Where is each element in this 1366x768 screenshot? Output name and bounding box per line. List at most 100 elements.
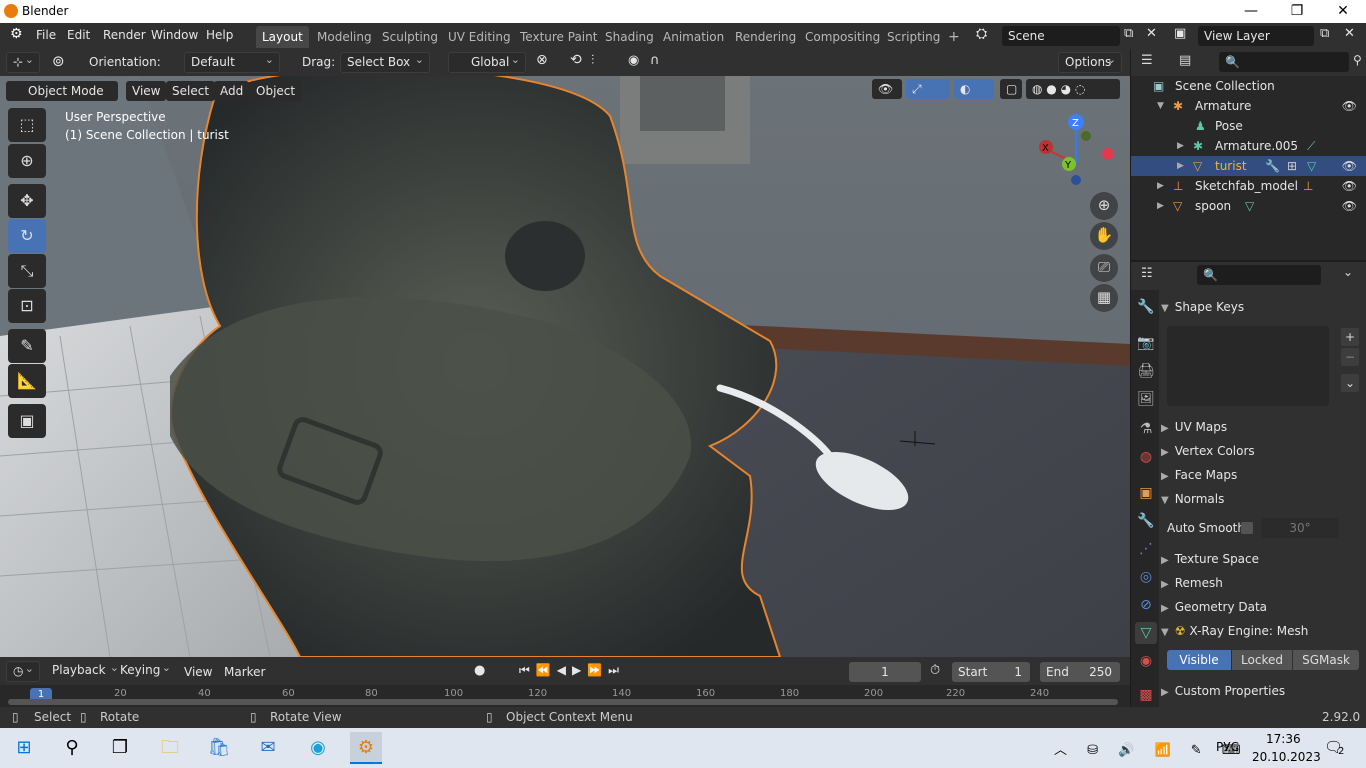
outliner-item-armature005[interactable]: ▶ ✱ Armature.005 ⟋: [1131, 136, 1366, 156]
overlay-toggle-icon[interactable]: ◐: [954, 79, 994, 99]
shape-keys-list[interactable]: [1167, 326, 1329, 406]
shading-mode-buttons[interactable]: ◍ ● ◕ ◌: [1026, 79, 1120, 99]
xray-toggle-icon[interactable]: ▢: [1000, 79, 1022, 99]
zoom-icon[interactable]: ⊕: [1090, 192, 1118, 220]
section-vertex-colors[interactable]: ▶ Vertex Colors: [1161, 440, 1365, 462]
eye-icon[interactable]: 👁: [1342, 176, 1357, 196]
timeline-scrollbar[interactable]: [8, 699, 1118, 705]
keyframe-record-icon[interactable]: ●: [474, 663, 485, 678]
options-dropdown[interactable]: Options: [1058, 50, 1122, 73]
view-layer-tab-icon[interactable]: 🖼: [1135, 388, 1157, 410]
snap-icon[interactable]: ⟲: [570, 52, 582, 68]
proportional-edit-icon[interactable]: ◉: [628, 53, 639, 68]
timeline-ruler[interactable]: 1 20 40 60 80 100 120 140 160 180 200 22…: [0, 685, 1130, 707]
transform-tool-icon[interactable]: ⊡: [8, 289, 46, 323]
outliner-item-armature[interactable]: ▼ ✱ Armature 👁: [1131, 96, 1366, 116]
playback-controls[interactable]: ⏮⏪◀▶⏩⏭: [519, 663, 625, 678]
render-tab-icon[interactable]: 📷: [1135, 332, 1157, 354]
outliner-item-pose[interactable]: ♟ Pose: [1131, 116, 1366, 136]
menu-window[interactable]: Window: [151, 28, 198, 42]
delete-view-layer-icon[interactable]: ✕: [1344, 26, 1355, 41]
tab-texture-paint[interactable]: Texture Paint: [514, 26, 603, 48]
new-view-layer-icon[interactable]: ⧉: [1320, 26, 1329, 41]
properties-options-icon[interactable]: ⌄: [1343, 265, 1353, 279]
physics-tab-icon[interactable]: ◎: [1135, 566, 1157, 588]
drag-dropdown[interactable]: Select Box: [340, 50, 430, 73]
mail-icon[interactable]: ✉: [252, 732, 284, 764]
ortho-grid-icon[interactable]: ▦: [1090, 284, 1118, 312]
minimize-button[interactable]: —: [1228, 0, 1274, 23]
cursor-tool-icon[interactable]: ⊕: [8, 144, 46, 178]
pivot-icon[interactable]: ⊗: [536, 52, 548, 68]
navigation-gizmo[interactable]: Z X Y: [1036, 114, 1116, 186]
visibility-icon[interactable]: 👁: [872, 79, 902, 99]
store-icon[interactable]: 🛍: [203, 732, 235, 764]
annotate-tool-icon[interactable]: ✎: [8, 329, 46, 363]
tab-modeling[interactable]: Modeling: [311, 26, 378, 48]
tool-tab-icon[interactable]: 🔧: [1135, 296, 1157, 318]
outliner-root[interactable]: ▣ Scene Collection: [1131, 76, 1366, 96]
blender-taskbar-icon[interactable]: ⚙: [350, 732, 382, 764]
eye-icon[interactable]: 👁: [1342, 96, 1357, 116]
tab-compositing[interactable]: Compositing: [799, 26, 886, 48]
gizmo-toggle-icon[interactable]: ⤢: [906, 79, 950, 99]
scene-icon[interactable]: ⛭: [976, 26, 987, 42]
properties-search-input[interactable]: 🔍: [1197, 265, 1321, 285]
world-tab-icon[interactable]: ◍: [1135, 446, 1157, 468]
end-frame-field[interactable]: End 250: [1040, 662, 1120, 682]
section-normals[interactable]: ▼ Normals: [1161, 488, 1365, 510]
constraints-tab-icon[interactable]: ⊘: [1135, 594, 1157, 616]
current-frame-field[interactable]: 1: [849, 662, 921, 682]
tab-uv-editing[interactable]: UV Editing: [442, 26, 517, 48]
camera-view-icon[interactable]: ⎚: [1090, 254, 1118, 282]
tab-scripting[interactable]: Scripting: [881, 26, 946, 48]
active-tool-icon[interactable]: ⊚: [52, 52, 65, 70]
outliner-search-input[interactable]: 🔍: [1219, 52, 1349, 72]
view-layer-field[interactable]: View Layer: [1198, 26, 1314, 46]
task-view-icon[interactable]: ❐: [104, 732, 136, 764]
outliner-item-spoon[interactable]: ▶ ▽ spoon ▽ 👁: [1131, 196, 1366, 216]
menu-help[interactable]: Help: [206, 28, 233, 42]
tab-animation[interactable]: Animation: [657, 26, 730, 48]
viewport-menu-select[interactable]: Select: [166, 81, 216, 101]
section-texture-space[interactable]: ▶ Texture Space: [1161, 548, 1365, 570]
close-button[interactable]: ✕: [1320, 0, 1366, 23]
outliner-item-sketchfab[interactable]: ▶ ⊥ Sketchfab_model ⊥ 👁: [1131, 176, 1366, 196]
blender-menu-icon[interactable]: ⚙: [10, 26, 23, 42]
menu-file[interactable]: File: [36, 28, 56, 42]
display-mode-icon[interactable]: ▤: [1179, 53, 1191, 68]
viewport-menu-view[interactable]: View: [126, 81, 167, 101]
mesh-data-tab-icon[interactable]: ▽: [1135, 622, 1157, 644]
properties-editor-type-icon[interactable]: ☷: [1141, 266, 1153, 281]
file-explorer-icon[interactable]: 🗀: [154, 732, 186, 764]
orientation-dropdown[interactable]: Default: [184, 50, 280, 73]
windows-start-icon[interactable]: ⊞: [8, 732, 40, 764]
menu-render[interactable]: Render: [103, 28, 146, 42]
new-scene-icon[interactable]: ⧉: [1124, 26, 1133, 41]
xray-locked-button[interactable]: Locked: [1232, 650, 1292, 670]
expand-arrow-icon[interactable]: ▶: [1157, 176, 1164, 196]
scale-tool-icon[interactable]: ⤡: [8, 254, 46, 288]
section-xray-engine-mesh[interactable]: ▼ ☢ X-Ray Engine: Mesh: [1161, 620, 1365, 642]
maximize-button[interactable]: ❐: [1274, 0, 1320, 23]
scene-name-field[interactable]: Scene: [1002, 26, 1120, 46]
xray-sgmask-button[interactable]: SGMask: [1293, 650, 1359, 670]
transform-space-dropdown[interactable]: Global: [448, 50, 526, 73]
timeline-menu-keying[interactable]: Keying: [114, 658, 176, 682]
xray-visible-button[interactable]: Visible: [1167, 650, 1231, 670]
3d-viewport[interactable]: Object Mode View Select Add Object User …: [0, 76, 1130, 657]
section-face-maps[interactable]: ▶ Face Maps: [1161, 464, 1365, 486]
eye-icon[interactable]: 👁: [1342, 196, 1357, 216]
timeline-menu-view[interactable]: View: [184, 665, 212, 679]
collapse-arrow-icon[interactable]: ▼: [1157, 96, 1164, 116]
falloff-icon[interactable]: ∩: [650, 53, 660, 68]
language-indicator[interactable]: РУС: [1216, 740, 1239, 754]
add-cube-tool-icon[interactable]: ▣: [8, 404, 46, 438]
add-workspace-button[interactable]: +: [942, 26, 966, 48]
auto-smooth-checkbox[interactable]: [1241, 522, 1253, 534]
section-geometry-data[interactable]: ▶ Geometry Data: [1161, 596, 1365, 618]
output-tab-icon[interactable]: 🖨: [1135, 360, 1157, 382]
timeline-menu-playback[interactable]: Playback: [46, 658, 124, 682]
clock-time[interactable]: 17:36: [1266, 732, 1301, 746]
modifier-tab-icon[interactable]: 🔧: [1135, 510, 1157, 532]
